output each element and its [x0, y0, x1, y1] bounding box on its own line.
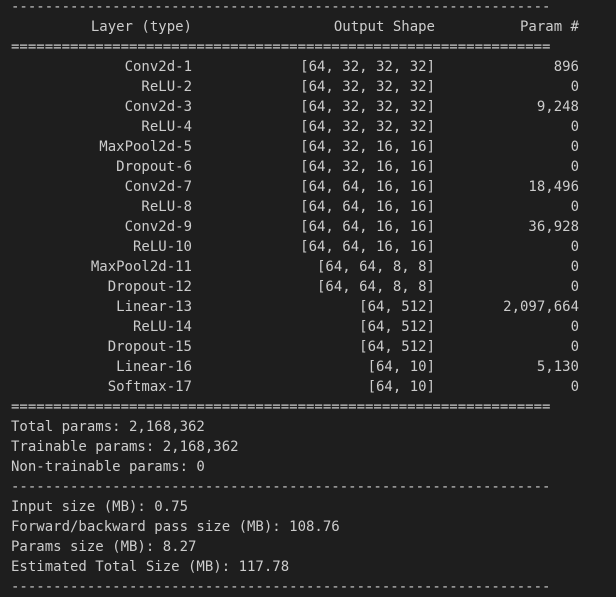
layer-name: Dropout-12	[107, 279, 192, 295]
layer-name: MaxPool2d-5	[99, 139, 192, 155]
table-row: ReLU-8 [64, 64, 16, 16] 0	[11, 197, 611, 217]
trainable-params: Trainable params: 2,168,362	[11, 439, 239, 455]
param-count: 9,248	[536, 99, 579, 115]
layer-name: Conv2d-9	[124, 219, 192, 235]
output-shape: [64, 64, 16, 16]	[300, 239, 435, 255]
layer-name: ReLU-4	[141, 119, 192, 135]
param-count: 5,130	[536, 359, 579, 375]
output-shape: [64, 32, 16, 16]	[300, 139, 435, 155]
layer-name: Linear-13	[116, 299, 192, 315]
output-shape: [64, 32, 32, 32]	[300, 99, 435, 115]
layer-name: Dropout-6	[116, 159, 192, 175]
layer-table-body: Conv2d-1 [64, 32, 32, 32] 896 ReLU-2 [64, 3…	[11, 57, 611, 397]
output-shape: [64, 64, 8, 8]	[316, 259, 435, 275]
header-param-count: Param #	[519, 19, 579, 35]
table-header: Layer (type) Output Shape Param #	[11, 17, 611, 37]
estimated-total-size: Estimated Total Size (MB): 117.78	[11, 559, 290, 575]
layer-name: ReLU-2	[141, 79, 192, 95]
layer-name: Conv2d-7	[124, 179, 192, 195]
layer-name: Dropout-15	[107, 339, 192, 355]
output-shape: [64, 64, 16, 16]	[300, 219, 435, 235]
param-count: 896	[553, 59, 579, 75]
layer-name: ReLU-14	[132, 319, 192, 335]
output-shape: [64, 32, 32, 32]	[300, 119, 435, 135]
header-layer-type: Layer (type)	[90, 19, 192, 35]
output-shape: [64, 10]	[367, 359, 435, 375]
dash-rule-top: ----------------------------------------…	[11, 0, 551, 15]
non-trainable-params: Non-trainable params: 0	[11, 459, 205, 475]
layer-name: Conv2d-1	[124, 59, 192, 75]
output-shape: [64, 64, 16, 16]	[300, 199, 435, 215]
table-row: Dropout-15 [64, 512] 0	[11, 337, 611, 357]
table-row: Dropout-6 [64, 32, 16, 16] 0	[11, 157, 611, 177]
output-shape: [64, 32, 32, 32]	[300, 59, 435, 75]
input-size: Input size (MB): 0.75	[11, 499, 189, 515]
param-count: 0	[570, 239, 579, 255]
output-shape: [64, 32, 32, 32]	[300, 79, 435, 95]
output-shape: [64, 512]	[359, 339, 435, 355]
header-output-shape: Output Shape	[333, 19, 435, 35]
table-row: Dropout-12 [64, 64, 8, 8] 0	[11, 277, 611, 297]
table-row: Conv2d-7 [64, 64, 16, 16] 18,496	[11, 177, 611, 197]
table-row: MaxPool2d-11 [64, 64, 8, 8] 0	[11, 257, 611, 277]
output-shape: [64, 512]	[359, 299, 435, 315]
dash-rule-middle: ----------------------------------------…	[11, 479, 551, 495]
params-size: Params size (MB): 8.27	[11, 539, 197, 555]
layer-name: ReLU-8	[141, 199, 192, 215]
output-shape: [64, 64, 16, 16]	[300, 179, 435, 195]
table-row: Linear-13 [64, 512] 2,097,664	[11, 297, 611, 317]
param-count: 0	[570, 259, 579, 275]
table-row: Conv2d-1 [64, 32, 32, 32] 896	[11, 57, 611, 77]
layer-name: Linear-16	[116, 359, 192, 375]
table-row: Softmax-17 [64, 10] 0	[11, 377, 611, 397]
param-count: 2,097,664	[503, 299, 579, 315]
param-count: 0	[570, 199, 579, 215]
layer-name: MaxPool2d-11	[90, 259, 192, 275]
param-count: 0	[570, 339, 579, 355]
table-row: Linear-16 [64, 10] 5,130	[11, 357, 611, 377]
table-row: ReLU-2 [64, 32, 32, 32] 0	[11, 77, 611, 97]
table-row: Conv2d-9 [64, 64, 16, 16] 36,928	[11, 217, 611, 237]
table-row: Conv2d-3 [64, 32, 32, 32] 9,248	[11, 97, 611, 117]
table-row: ReLU-14 [64, 512] 0	[11, 317, 611, 337]
equals-rule-header: ========================================…	[11, 39, 551, 55]
param-count: 0	[570, 159, 579, 175]
total-params: Total params: 2,168,362	[11, 419, 205, 435]
param-count: 18,496	[528, 179, 579, 195]
layer-name: Softmax-17	[107, 379, 192, 395]
table-row: ReLU-4 [64, 32, 32, 32] 0	[11, 117, 611, 137]
output-shape: [64, 512]	[359, 319, 435, 335]
param-count: 0	[570, 279, 579, 295]
layer-name: ReLU-10	[132, 239, 192, 255]
param-count: 0	[570, 79, 579, 95]
table-row: ReLU-10 [64, 64, 16, 16] 0	[11, 237, 611, 257]
param-count: 0	[570, 379, 579, 395]
output-shape: [64, 10]	[367, 379, 435, 395]
param-count: 36,928	[528, 219, 579, 235]
equals-rule-footer: ========================================…	[11, 399, 551, 415]
table-row: MaxPool2d-5 [64, 32, 16, 16] 0	[11, 137, 611, 157]
layer-name: Conv2d-3	[124, 99, 192, 115]
output-shape: [64, 32, 16, 16]	[300, 159, 435, 175]
output-shape: [64, 64, 8, 8]	[316, 279, 435, 295]
model-summary-output: ----------------------------------------…	[11, 0, 611, 597]
dash-rule-bottom: ----------------------------------------…	[11, 579, 551, 595]
param-count: 0	[570, 319, 579, 335]
param-count: 0	[570, 139, 579, 155]
param-count: 0	[570, 119, 579, 135]
forward-backward-size: Forward/backward pass size (MB): 108.76	[11, 519, 340, 535]
